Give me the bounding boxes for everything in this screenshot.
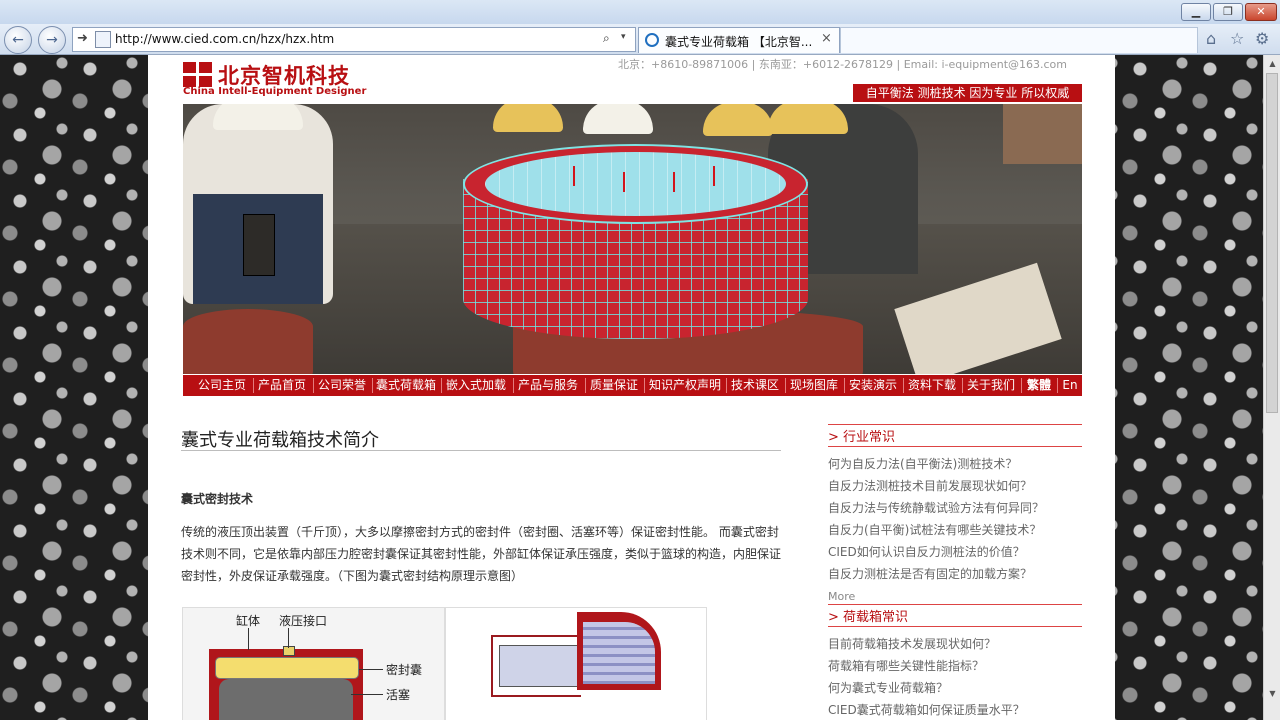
logo-english: China Intell-Equipment Designer bbox=[183, 86, 367, 97]
main-menu: 公司主页 产品首页 公司荣誉 囊式荷载箱 嵌入式加载 产品与服务 质量保证 知识… bbox=[183, 375, 1082, 396]
sidebar-section-industry: > 行业常识 bbox=[828, 424, 1082, 447]
seal-structure-diagram: 缸体 液压接口 密封囊 活塞 bbox=[182, 607, 445, 720]
scroll-up-icon[interactable]: ▲ bbox=[1264, 55, 1280, 72]
page-title: 囊式专业荷载箱技术简介 bbox=[181, 430, 379, 451]
tab-title[interactable]: 囊式专业荷载箱 【北京智... bbox=[665, 33, 815, 50]
arrow-icon bbox=[673, 172, 675, 192]
body-paragraph: 传统的液压顶出装置（千斤顶），大多以摩擦密封方式的密封件（密封圈、活塞环等）保证… bbox=[181, 525, 782, 583]
hardhat-icon bbox=[583, 104, 653, 134]
sidebar-link[interactable]: CIED如何认识自反力测桩法的价值？ bbox=[828, 543, 1025, 560]
page-icon bbox=[95, 31, 111, 48]
sidebar-section-title: > 行业常识 bbox=[828, 430, 896, 445]
gear-icon[interactable]: ⚙ bbox=[1255, 29, 1269, 48]
ie-page-icon bbox=[645, 33, 659, 47]
sidebar-link[interactable]: 自反力法测桩技术目前发展现状如何？ bbox=[828, 477, 1032, 494]
back-arrow-icon: ← bbox=[12, 32, 24, 48]
section-subheading: 囊式密封技术 bbox=[181, 492, 254, 506]
browser-tab-active[interactable]: 囊式专业荷载箱 【北京智... × bbox=[638, 27, 840, 53]
chevron-down-icon[interactable]: ▾ bbox=[621, 32, 626, 42]
arrow-icon bbox=[623, 172, 625, 192]
menu-item-honors[interactable]: 公司荣誉 bbox=[315, 375, 369, 396]
title-divider bbox=[181, 450, 781, 451]
scrollbar-thumb[interactable] bbox=[1266, 73, 1278, 413]
menu-item-english[interactable]: En bbox=[1059, 375, 1081, 396]
menu-item-home[interactable]: 公司主页 bbox=[195, 375, 249, 396]
slogan-banner: 自平衡法 测桩技术 因为专业 所以权威 bbox=[853, 84, 1082, 102]
menu-item-downloads[interactable]: 资料下载 bbox=[905, 375, 959, 396]
menu-item-embedded-loading[interactable]: 嵌入式加载 bbox=[443, 375, 509, 396]
close-window-button[interactable]: ✕ bbox=[1245, 3, 1277, 21]
sidebar-link[interactable]: 何为囊式专业荷载箱？ bbox=[828, 679, 948, 696]
go-arrow-icon[interactable]: ➜ bbox=[77, 31, 88, 46]
minimize-button[interactable]: ▁ bbox=[1181, 3, 1211, 21]
menu-item-about[interactable]: 关于我们 bbox=[964, 375, 1018, 396]
sidebar-link[interactable]: 荷载箱有哪些关键性能指标？ bbox=[828, 657, 984, 674]
page-content: 北京智机科技 China Intell-Equipment Designer 北… bbox=[148, 55, 1115, 720]
logo-mark-icon[interactable] bbox=[183, 62, 212, 87]
contact-info: 北京：+8610-89871006 | 东南亚：+6012-2678129 | … bbox=[618, 58, 1067, 71]
label-hydraulic-port: 液压接口 bbox=[279, 614, 328, 628]
close-tab-icon[interactable]: × bbox=[821, 31, 832, 46]
menu-item-bladder-load-cell[interactable]: 囊式荷载箱 bbox=[374, 375, 438, 396]
home-icon[interactable]: ⌂ bbox=[1206, 29, 1216, 48]
search-icon[interactable]: ⌕ bbox=[603, 31, 610, 46]
hero-banner-image bbox=[183, 104, 1082, 374]
window-titlebar: ▁ ❐ ✕ bbox=[0, 0, 1280, 24]
new-tab-area[interactable] bbox=[840, 27, 1198, 53]
menu-item-quality[interactable]: 质量保证 bbox=[587, 375, 641, 396]
forward-button[interactable]: → bbox=[38, 26, 66, 54]
menu-item-products-services[interactable]: 产品与服务 bbox=[515, 375, 581, 396]
hardhat-icon bbox=[768, 104, 848, 134]
star-icon[interactable]: ☆ bbox=[1230, 29, 1244, 48]
sidebar-link[interactable]: 目前荷载箱技术发展现状如何？ bbox=[828, 635, 996, 652]
maximize-button[interactable]: ❐ bbox=[1213, 3, 1243, 21]
scroll-down-icon[interactable]: ▼ bbox=[1264, 685, 1280, 702]
hardhat-icon bbox=[703, 104, 773, 136]
hardhat-icon bbox=[213, 104, 303, 130]
sidebar-link[interactable]: 自反力法与传统静载试验方法有何异同？ bbox=[828, 499, 1044, 516]
url-text[interactable]: http://www.cied.com.cn/hzx/hzx.htm bbox=[115, 32, 334, 46]
label-seal-bag: 密封囊 bbox=[386, 663, 423, 677]
banner-gauge bbox=[243, 214, 275, 276]
sidebar-section-load-cell: > 荷载箱常识 bbox=[828, 604, 1082, 627]
banner-crate bbox=[1003, 104, 1082, 164]
sidebar-link[interactable]: 自反力测桩法是否有固定的加载方案？ bbox=[828, 565, 1032, 582]
sidebar-link[interactable]: 自反力(自平衡)试桩法有哪些关键技术？ bbox=[828, 521, 1041, 538]
arrow-icon bbox=[573, 166, 575, 186]
menu-item-ip-statement[interactable]: 知识产权声明 bbox=[646, 375, 724, 396]
arrow-icon bbox=[713, 166, 715, 186]
hardhat-icon bbox=[493, 104, 563, 132]
label-cylinder: 缸体 bbox=[236, 614, 261, 628]
sidebar-link[interactable]: CIED囊式荷载箱如何保证质量水平？ bbox=[828, 701, 1025, 718]
forward-arrow-icon: → bbox=[46, 32, 58, 48]
back-button[interactable]: ← bbox=[4, 26, 32, 54]
menu-item-install-demo[interactable]: 安装演示 bbox=[846, 375, 900, 396]
sidebar-link[interactable]: 何为自反力法(自平衡法)测桩技术？ bbox=[828, 455, 1017, 472]
menu-item-gallery[interactable]: 现场图库 bbox=[787, 375, 841, 396]
seal-bag-shape bbox=[215, 657, 359, 679]
seal-3d-diagram bbox=[445, 607, 707, 720]
load-cell-ring-graphic bbox=[463, 144, 808, 344]
label-piston: 活塞 bbox=[386, 688, 411, 702]
sidebar-section-title: > 荷载箱常识 bbox=[828, 610, 909, 625]
menu-item-products-home[interactable]: 产品首页 bbox=[255, 375, 309, 396]
piston-shape bbox=[219, 679, 353, 720]
address-bar[interactable]: ➜ http://www.cied.com.cn/hzx/hzx.htm ⌕ ▾ bbox=[72, 27, 636, 52]
browser-navbar: ← → ➜ http://www.cied.com.cn/hzx/hzx.htm… bbox=[0, 24, 1280, 55]
menu-item-traditional[interactable]: 繁體 bbox=[1023, 375, 1055, 396]
menu-item-tech-class[interactable]: 技术课区 bbox=[728, 375, 782, 396]
vertical-scrollbar[interactable]: ▲ ▼ bbox=[1263, 55, 1280, 720]
banner-pile-cap bbox=[183, 309, 313, 374]
hydraulic-port-shape bbox=[283, 646, 295, 656]
